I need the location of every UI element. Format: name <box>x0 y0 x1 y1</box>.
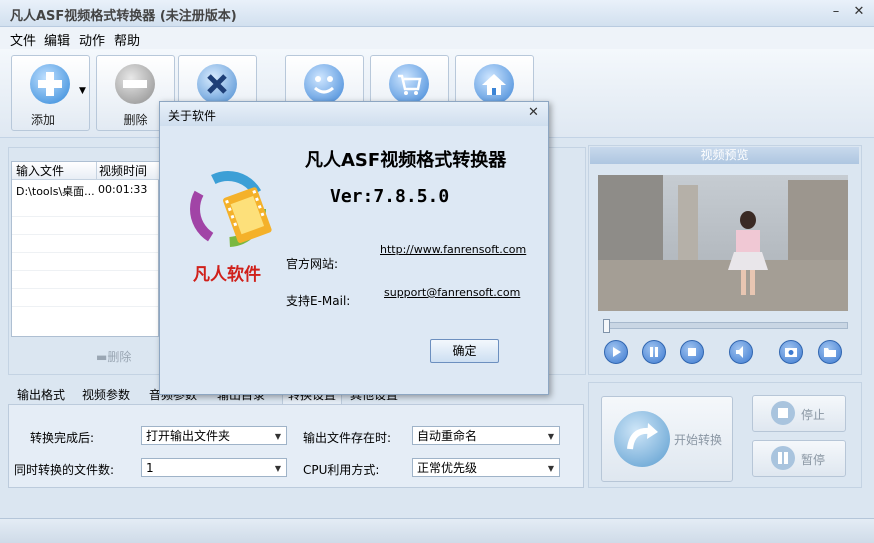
title-bar: 凡人ASF视频格式转换器 (未注册版本) – ✕ <box>0 0 874 27</box>
concurrent-value: 1 <box>146 461 154 475</box>
close-icon[interactable]: ✕ <box>851 4 867 20</box>
stop-icon[interactable] <box>680 340 704 364</box>
plus-icon <box>30 64 70 104</box>
minus-icon <box>115 64 155 104</box>
pause-label: 暂停 <box>801 453 826 467</box>
pause-button[interactable]: 暂停 <box>752 440 846 477</box>
after-convert-select[interactable]: 打开输出文件夹 ▼ <box>141 426 287 445</box>
add-button[interactable]: 添加 ▼ <box>11 55 90 131</box>
status-bar <box>0 518 874 543</box>
cpu-label: CPU利用方式: <box>303 463 380 477</box>
cpu-value: 正常优先级 <box>417 461 478 475</box>
column-header-file[interactable]: 输入文件 <box>12 162 96 180</box>
dialog-title-bar: 关于软件 ✕ <box>160 102 548 126</box>
dialog-title: 关于软件 <box>168 109 217 123</box>
x-circle-icon <box>197 64 237 104</box>
email-label: 支持E-Mail: <box>286 294 351 308</box>
cart-icon <box>389 64 429 104</box>
menu-help[interactable]: 帮助 <box>114 30 140 49</box>
website-label: 官方网站: <box>286 257 339 271</box>
stop-label: 停止 <box>801 408 826 422</box>
smiley-icon <box>304 64 344 104</box>
tab-video-params[interactable]: 视频参数 <box>82 386 130 403</box>
remove-label: 删除 <box>107 350 132 364</box>
video-frame-image <box>598 175 848 311</box>
seek-handle[interactable] <box>603 319 610 333</box>
snapshot-icon[interactable] <box>779 340 803 364</box>
concurrent-select[interactable]: 1 ▼ <box>141 458 287 477</box>
menu-file[interactable]: 文件 <box>10 30 36 49</box>
start-label: 开始转换 <box>674 433 723 447</box>
preview-title: 视频预览 <box>590 147 859 164</box>
window-title: 凡人ASF视频格式转换器 (未注册版本) <box>10 9 237 24</box>
seek-slider[interactable] <box>603 319 848 333</box>
file-exists-label: 输出文件存在时: <box>303 431 392 445</box>
home-icon <box>474 64 514 104</box>
chevron-down-icon: ▼ <box>274 432 281 441</box>
table-row[interactable]: D:\tools\桌面... 00:01:33 <box>12 181 158 198</box>
file-list[interactable]: 输入文件 视频时间 D:\tools\桌面... 00:01:33 <box>11 161 161 337</box>
after-convert-label: 转换完成后: <box>30 431 95 445</box>
file-cell: D:\tools\桌面... <box>16 185 95 198</box>
remove-link[interactable]: ▬删除 <box>96 348 131 365</box>
convert-arrow-icon <box>614 411 670 467</box>
convert-settings-panel: 转换完成后: 打开输出文件夹 ▼ 输出文件存在时: 自动重命名 ▼ 同时转换的文… <box>8 404 584 488</box>
close-icon[interactable]: ✕ <box>528 105 539 120</box>
website-link[interactable]: http://www.fanrensoft.com <box>380 243 526 256</box>
about-dialog: 关于软件 ✕ 凡人软件 凡人ASF视频格式转换器 Ver:7.8.5.0 官方网… <box>159 101 549 395</box>
cpu-select[interactable]: 正常优先级 ▼ <box>412 458 560 477</box>
pause-icon[interactable] <box>642 340 666 364</box>
file-exists-select[interactable]: 自动重命名 ▼ <box>412 426 560 445</box>
product-name: 凡人ASF视频格式转换器 <box>305 150 507 171</box>
start-convert-button[interactable]: 开始转换 <box>601 396 733 482</box>
menu-edit[interactable]: 编辑 <box>44 30 70 49</box>
stop-button[interactable]: 停止 <box>752 395 846 432</box>
logo-text: 凡人软件 <box>193 265 261 285</box>
stop-circle-icon <box>771 401 795 425</box>
chevron-down-icon[interactable]: ▼ <box>79 86 86 96</box>
play-icon[interactable] <box>604 340 628 364</box>
volume-icon[interactable] <box>729 340 753 364</box>
chevron-down-icon: ▼ <box>547 432 554 441</box>
video-preview <box>598 175 848 311</box>
concurrent-label: 同时转换的文件数: <box>14 463 115 477</box>
menu-bar: 文件 编辑 动作 帮助 <box>0 27 874 49</box>
after-convert-value: 打开输出文件夹 <box>146 429 231 443</box>
menu-action[interactable]: 动作 <box>79 30 105 49</box>
pause-circle-icon <box>771 446 795 470</box>
folder-icon[interactable] <box>818 340 842 364</box>
chevron-down-icon: ▼ <box>274 464 281 473</box>
app-logo-icon <box>188 167 283 262</box>
tab-output-format[interactable]: 输出格式 <box>17 386 65 403</box>
time-cell: 00:01:33 <box>98 183 148 196</box>
version-text: Ver:7.8.5.0 <box>330 186 450 207</box>
ok-button[interactable]: 确定 <box>430 339 499 363</box>
chevron-down-icon: ▼ <box>547 464 554 473</box>
minimize-button[interactable]: – <box>828 4 844 20</box>
email-link[interactable]: support@fanrensoft.com <box>384 286 520 299</box>
file-exists-value: 自动重命名 <box>417 429 478 443</box>
column-header-time[interactable]: 视频时间 <box>96 162 161 180</box>
add-label: 添加 <box>30 113 55 127</box>
